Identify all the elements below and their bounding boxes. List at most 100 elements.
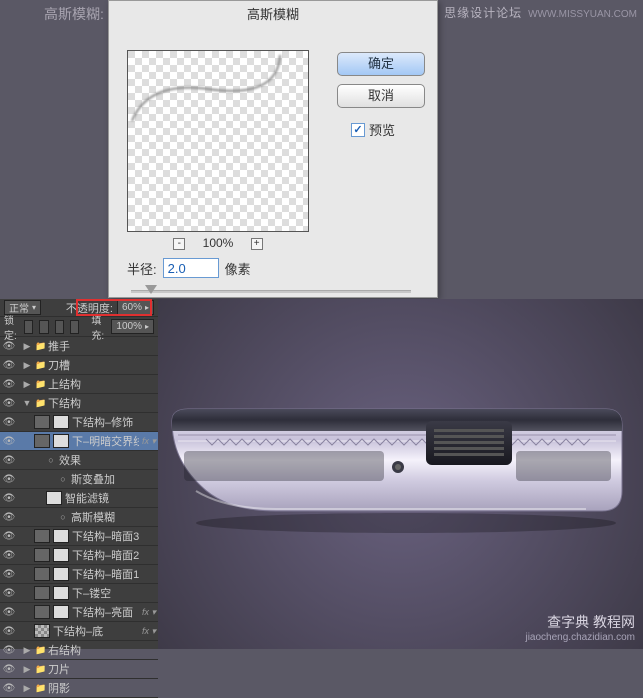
mask-thumb: [53, 434, 69, 448]
preview-checkbox[interactable]: ✓: [351, 123, 365, 137]
fx-badge[interactable]: fx ▾: [142, 626, 156, 637]
layer-row[interactable]: 👁下–镂空: [0, 584, 158, 603]
layer-row[interactable]: 👁▼📁下结构: [0, 394, 158, 413]
folder-icon: 📁: [35, 683, 45, 694]
folder-toggle[interactable]: ▼: [22, 398, 32, 408]
gaussian-blur-dialog: 高斯模糊 - 100% + 半径: 像素 确定 取消 ✓ 预览: [108, 0, 438, 298]
layer-thumb: [34, 548, 50, 562]
zoom-out-button[interactable]: -: [173, 238, 185, 250]
preview-area[interactable]: [127, 50, 309, 232]
layer-row[interactable]: 👁▶📁上结构: [0, 375, 158, 394]
folder-toggle[interactable]: ▶: [22, 341, 32, 352]
visibility-icon[interactable]: 👁: [2, 339, 16, 353]
fx-badge[interactable]: fx ▾: [142, 607, 156, 618]
layer-name: 刀片: [48, 661, 158, 677]
folder-toggle[interactable]: ▶: [22, 664, 32, 675]
visibility-icon[interactable]: 👁: [2, 415, 16, 429]
layer-thumb: [34, 415, 50, 429]
layer-name: 下结构–暗面1: [72, 566, 158, 582]
layer-row[interactable]: 👁 智能滤镜: [0, 489, 158, 508]
folder-icon: 📁: [35, 379, 45, 390]
layer-row[interactable]: 👁 ▶📁右结构: [0, 641, 158, 660]
lock-pixels-icon[interactable]: [39, 320, 48, 334]
fx-badge[interactable]: fx ▾: [142, 436, 156, 447]
layer-name: 智能滤镜: [65, 490, 158, 506]
layer-row[interactable]: 👁下结构–底fx ▾: [0, 622, 158, 641]
layer-row[interactable]: 👁○高斯模糊: [0, 508, 158, 527]
radius-slider[interactable]: [131, 284, 411, 300]
folder-toggle[interactable]: ▶: [22, 360, 32, 371]
layer-thumb: [34, 567, 50, 581]
layer-row[interactable]: 👁▶📁刀槽: [0, 356, 158, 375]
mask-thumb: [53, 415, 69, 429]
radius-input[interactable]: [163, 258, 219, 278]
visibility-icon[interactable]: 👁: [2, 586, 16, 600]
layer-list: 👁▶📁推手👁▶📁刀槽👁▶📁上结构👁▼📁下结构👁下结构–修饰👁下–明暗交界线fx …: [0, 337, 158, 698]
layer-row[interactable]: 👁▶📁刀片: [0, 660, 158, 679]
lock-all-icon[interactable]: [70, 320, 79, 334]
fill-input[interactable]: 100%▸: [111, 319, 154, 334]
opacity-input[interactable]: 60%▸: [117, 300, 154, 315]
visibility-icon[interactable]: 👁: [2, 491, 16, 505]
visibility-icon[interactable]: 👁: [2, 453, 16, 467]
visibility-icon[interactable]: 👁: [2, 358, 16, 372]
layer-row[interactable]: 👁 下–明暗交界线fx ▾: [0, 432, 158, 451]
folder-toggle[interactable]: ▶: [22, 379, 32, 390]
layer-row[interactable]: 👁 下结构–暗面1: [0, 565, 158, 584]
layer-thumb: [34, 586, 50, 600]
ok-button[interactable]: 确定: [337, 52, 425, 76]
layer-row[interactable]: 👁下结构–暗面2: [0, 546, 158, 565]
effect-icon: ○: [58, 474, 68, 484]
lock-position-icon[interactable]: [55, 320, 64, 334]
layer-row[interactable]: 👁▶📁阴影: [0, 679, 158, 698]
visibility-icon[interactable]: 👁: [2, 548, 16, 562]
visibility-icon[interactable]: 👁: [2, 624, 16, 638]
visibility-icon[interactable]: 👁: [2, 567, 16, 581]
cancel-button[interactable]: 取消: [337, 84, 425, 108]
dialog-title: 高斯模糊: [109, 1, 437, 26]
filter-thumb: [46, 491, 62, 505]
layer-name: 下结构: [48, 395, 158, 411]
visibility-icon[interactable]: 👁: [2, 434, 16, 448]
folder-icon: 📁: [35, 341, 45, 352]
layer-name: 下结构–修饰: [72, 414, 158, 430]
folder-toggle[interactable]: ▶: [22, 645, 32, 656]
visibility-icon[interactable]: 👁: [2, 510, 16, 524]
mask-thumb: [53, 586, 69, 600]
visibility-icon[interactable]: 👁: [2, 472, 16, 486]
zoom-in-button[interactable]: +: [251, 238, 263, 250]
visibility-icon[interactable]: 👁: [2, 605, 16, 619]
layer-row[interactable]: 👁 下结构–亮面fx ▾: [0, 603, 158, 622]
layer-name: 推手: [48, 338, 158, 354]
effect-icon: ○: [46, 455, 56, 465]
visibility-icon[interactable]: 👁: [2, 643, 16, 657]
visibility-icon[interactable]: 👁: [2, 662, 16, 676]
layer-thumb: [34, 624, 50, 638]
visibility-icon[interactable]: 👁: [2, 377, 16, 391]
visibility-icon[interactable]: 👁: [2, 396, 16, 410]
canvas-area[interactable]: 查字典 教程网 jiaocheng.chazidian.com: [158, 299, 643, 649]
folder-icon: 📁: [35, 645, 45, 656]
layer-row[interactable]: 👁 ○效果: [0, 451, 158, 470]
radius-label: 半径:: [127, 259, 157, 278]
layer-name: 斯变叠加: [71, 471, 158, 487]
folder-toggle[interactable]: ▶: [22, 683, 32, 694]
folder-icon: 📁: [35, 360, 45, 371]
layer-row[interactable]: 👁 ▶📁推手: [0, 337, 158, 356]
layer-row[interactable]: 👁下结构–暗面3: [0, 527, 158, 546]
layer-name: 右结构: [48, 642, 158, 658]
visibility-icon[interactable]: 👁: [2, 529, 16, 543]
visibility-icon[interactable]: 👁: [2, 681, 16, 695]
layer-row[interactable]: 👁 下结构–修饰: [0, 413, 158, 432]
fill-label: 填充:: [91, 312, 105, 342]
knife-illustration: [166, 391, 636, 539]
mask-thumb: [53, 605, 69, 619]
layer-row[interactable]: 👁 ○斯变叠加: [0, 470, 158, 489]
layer-name: 下–明暗交界线: [72, 433, 139, 449]
layer-name: 下结构–亮面: [72, 604, 139, 620]
watermark-top: 思缘设计论坛WWW.MISSYUAN.COM: [444, 4, 637, 21]
layer-name: 效果: [59, 452, 158, 468]
zoom-value: 100%: [203, 236, 234, 250]
lock-transparency-icon[interactable]: [24, 320, 33, 334]
lock-label: 锁定:: [4, 312, 18, 342]
